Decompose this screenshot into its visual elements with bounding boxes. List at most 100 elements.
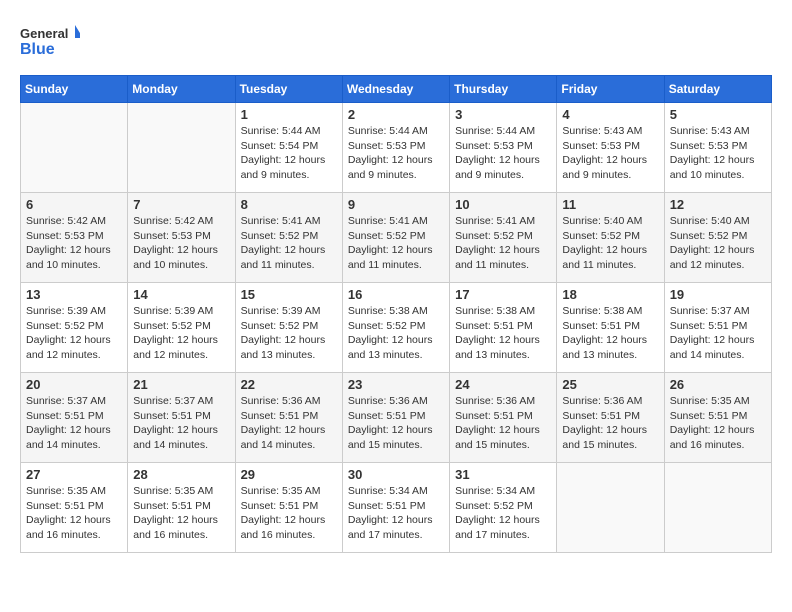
calendar-week-4: 20 Sunrise: 5:37 AMSunset: 5:51 PMDayligh… xyxy=(21,373,772,463)
calendar-cell: 3 Sunrise: 5:44 AMSunset: 5:53 PMDaylight… xyxy=(450,103,557,193)
calendar-cell: 13 Sunrise: 5:39 AMSunset: 5:52 PMDayligh… xyxy=(21,283,128,373)
svg-text:General: General xyxy=(20,26,68,41)
day-info: Sunrise: 5:36 AMSunset: 5:51 PMDaylight:… xyxy=(241,394,337,453)
calendar-cell: 4Sunrise: 5:43 AMSunset: 5:53 PMDaylight… xyxy=(557,103,664,193)
day-info: Sunrise: 5:37 AMSunset: 5:51 PMDaylight:… xyxy=(670,304,766,363)
day-number: 27 xyxy=(26,467,122,482)
logo: General Blue xyxy=(20,20,80,65)
day-number: 19 xyxy=(670,287,766,302)
calendar-cell: 10 Sunrise: 5:41 AMSunset: 5:52 PMDayligh… xyxy=(450,193,557,283)
day-number: 18 xyxy=(562,287,658,302)
day-number: 28 xyxy=(133,467,229,482)
day-info: Sunrise: 5:40 AMSunset: 5:52 PMDaylight:… xyxy=(670,214,766,273)
day-number: 29 xyxy=(241,467,337,482)
day-number: 16 xyxy=(348,287,444,302)
calendar-cell: 5Sunrise: 5:43 AMSunset: 5:53 PMDaylight… xyxy=(664,103,771,193)
day-info: Sunrise: 5:35 AMSunset: 5:51 PMDaylight:… xyxy=(241,484,337,543)
calendar-cell: 12 Sunrise: 5:40 AMSunset: 5:52 PMDayligh… xyxy=(664,193,771,283)
day-info: Sunrise: 5:42 AMSunset: 5:53 PMDaylight:… xyxy=(133,214,229,273)
day-info: Sunrise: 5:41 AMSunset: 5:52 PMDaylight:… xyxy=(455,214,551,273)
calendar-table: SundayMondayTuesdayWednesdayThursdayFrid… xyxy=(20,75,772,553)
day-info: Sunrise: 5:38 AMSunset: 5:51 PMDaylight:… xyxy=(562,304,658,363)
day-info: Sunrise: 5:38 AMSunset: 5:51 PMDaylight:… xyxy=(455,304,551,363)
day-info: Sunrise: 5:34 AMSunset: 5:52 PMDaylight:… xyxy=(455,484,551,543)
day-number: 22 xyxy=(241,377,337,392)
calendar-cell: 2 Sunrise: 5:44 AMSunset: 5:53 PMDaylight… xyxy=(342,103,449,193)
day-number: 6 xyxy=(26,197,122,212)
day-number: 1 xyxy=(241,107,337,122)
day-info: Sunrise: 5:36 AMSunset: 5:51 PMDaylight:… xyxy=(455,394,551,453)
day-number: 17 xyxy=(455,287,551,302)
day-number: 20 xyxy=(26,377,122,392)
page-header: General Blue xyxy=(20,20,772,65)
calendar-cell: 26Sunrise: 5:35 AMSunset: 5:51 PMDayligh… xyxy=(664,373,771,463)
day-info: Sunrise: 5:44 AMSunset: 5:53 PMDaylight:… xyxy=(455,124,551,183)
calendar-cell xyxy=(21,103,128,193)
day-number: 3 xyxy=(455,107,551,122)
weekday-header-wednesday: Wednesday xyxy=(342,76,449,103)
calendar-cell: 31Sunrise: 5:34 AMSunset: 5:52 PMDayligh… xyxy=(450,463,557,553)
calendar-cell: 1 Sunrise: 5:44 AMSunset: 5:54 PMDaylight… xyxy=(235,103,342,193)
day-info: Sunrise: 5:42 AMSunset: 5:53 PMDaylight:… xyxy=(26,214,122,273)
day-info: Sunrise: 5:37 AMSunset: 5:51 PMDaylight:… xyxy=(133,394,229,453)
svg-text:Blue: Blue xyxy=(20,41,55,58)
calendar-cell: 19 Sunrise: 5:37 AMSunset: 5:51 PMDayligh… xyxy=(664,283,771,373)
calendar-week-2: 6 Sunrise: 5:42 AMSunset: 5:53 PMDaylight… xyxy=(21,193,772,283)
calendar-cell: 22 Sunrise: 5:36 AMSunset: 5:51 PMDayligh… xyxy=(235,373,342,463)
calendar-cell xyxy=(557,463,664,553)
day-info: Sunrise: 5:35 AMSunset: 5:51 PMDaylight:… xyxy=(26,484,122,543)
calendar-week-1: 1 Sunrise: 5:44 AMSunset: 5:54 PMDaylight… xyxy=(21,103,772,193)
day-number: 14 xyxy=(133,287,229,302)
calendar-week-5: 27 Sunrise: 5:35 AMSunset: 5:51 PMDayligh… xyxy=(21,463,772,553)
calendar-week-3: 13 Sunrise: 5:39 AMSunset: 5:52 PMDayligh… xyxy=(21,283,772,373)
day-number: 12 xyxy=(670,197,766,212)
day-info: Sunrise: 5:39 AMSunset: 5:52 PMDaylight:… xyxy=(241,304,337,363)
calendar-cell: 21Sunrise: 5:37 AMSunset: 5:51 PMDayligh… xyxy=(128,373,235,463)
calendar-cell: 29 Sunrise: 5:35 AMSunset: 5:51 PMDayligh… xyxy=(235,463,342,553)
day-number: 9 xyxy=(348,197,444,212)
day-info: Sunrise: 5:35 AMSunset: 5:51 PMDaylight:… xyxy=(670,394,766,453)
calendar-cell: 7 Sunrise: 5:42 AMSunset: 5:53 PMDaylight… xyxy=(128,193,235,283)
day-info: Sunrise: 5:34 AMSunset: 5:51 PMDaylight:… xyxy=(348,484,444,543)
day-number: 25 xyxy=(562,377,658,392)
day-info: Sunrise: 5:39 AMSunset: 5:52 PMDaylight:… xyxy=(26,304,122,363)
day-number: 4 xyxy=(562,107,658,122)
calendar-cell: 23 Sunrise: 5:36 AMSunset: 5:51 PMDayligh… xyxy=(342,373,449,463)
day-info: Sunrise: 5:41 AMSunset: 5:52 PMDaylight:… xyxy=(348,214,444,273)
day-number: 30 xyxy=(348,467,444,482)
day-info: Sunrise: 5:35 AMSunset: 5:51 PMDaylight:… xyxy=(133,484,229,543)
calendar-cell: 28 Sunrise: 5:35 AMSunset: 5:51 PMDayligh… xyxy=(128,463,235,553)
calendar-cell: 30 Sunrise: 5:34 AMSunset: 5:51 PMDayligh… xyxy=(342,463,449,553)
day-info: Sunrise: 5:44 AMSunset: 5:54 PMDaylight:… xyxy=(241,124,337,183)
day-info: Sunrise: 5:36 AMSunset: 5:51 PMDaylight:… xyxy=(562,394,658,453)
calendar-cell: 11Sunrise: 5:40 AMSunset: 5:52 PMDayligh… xyxy=(557,193,664,283)
calendar-cell xyxy=(128,103,235,193)
day-number: 24 xyxy=(455,377,551,392)
weekday-header-friday: Friday xyxy=(557,76,664,103)
calendar-cell: 9 Sunrise: 5:41 AMSunset: 5:52 PMDaylight… xyxy=(342,193,449,283)
day-number: 13 xyxy=(26,287,122,302)
day-info: Sunrise: 5:39 AMSunset: 5:52 PMDaylight:… xyxy=(133,304,229,363)
weekday-header-saturday: Saturday xyxy=(664,76,771,103)
calendar-cell: 25 Sunrise: 5:36 AMSunset: 5:51 PMDayligh… xyxy=(557,373,664,463)
day-info: Sunrise: 5:36 AMSunset: 5:51 PMDaylight:… xyxy=(348,394,444,453)
day-info: Sunrise: 5:37 AMSunset: 5:51 PMDaylight:… xyxy=(26,394,122,453)
day-info: Sunrise: 5:44 AMSunset: 5:53 PMDaylight:… xyxy=(348,124,444,183)
day-info: Sunrise: 5:41 AMSunset: 5:52 PMDaylight:… xyxy=(241,214,337,273)
day-number: 2 xyxy=(348,107,444,122)
day-number: 7 xyxy=(133,197,229,212)
calendar-header: SundayMondayTuesdayWednesdayThursdayFrid… xyxy=(21,76,772,103)
calendar-cell: 15Sunrise: 5:39 AMSunset: 5:52 PMDayligh… xyxy=(235,283,342,373)
weekday-header-thursday: Thursday xyxy=(450,76,557,103)
logo-svg: General Blue xyxy=(20,20,80,65)
calendar-cell: 6 Sunrise: 5:42 AMSunset: 5:53 PMDaylight… xyxy=(21,193,128,283)
weekday-header-sunday: Sunday xyxy=(21,76,128,103)
day-number: 5 xyxy=(670,107,766,122)
calendar-cell: 18 Sunrise: 5:38 AMSunset: 5:51 PMDayligh… xyxy=(557,283,664,373)
day-number: 8 xyxy=(241,197,337,212)
day-number: 10 xyxy=(455,197,551,212)
calendar-cell: 14 Sunrise: 5:39 AMSunset: 5:52 PMDayligh… xyxy=(128,283,235,373)
calendar-cell: 16Sunrise: 5:38 AMSunset: 5:52 PMDayligh… xyxy=(342,283,449,373)
day-number: 23 xyxy=(348,377,444,392)
weekday-header-monday: Monday xyxy=(128,76,235,103)
